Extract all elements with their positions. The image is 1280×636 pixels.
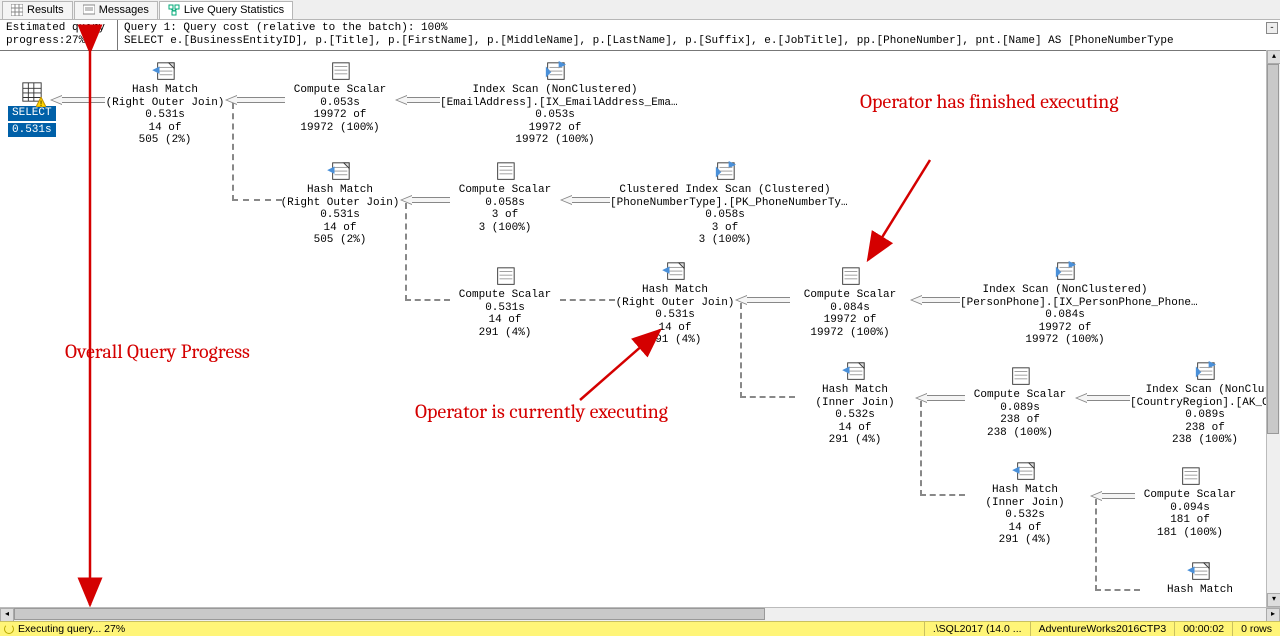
live-stats-icon — [168, 4, 180, 16]
scroll-left-button[interactable]: ◂ — [0, 608, 14, 622]
messages-icon — [83, 4, 95, 16]
query-cost-panel: Query 1: Query cost (relative to the bat… — [118, 20, 1280, 50]
compute-scalar-icon — [491, 266, 519, 288]
hash-match-icon — [661, 261, 689, 283]
tab-label: Messages — [99, 4, 149, 16]
status-elapsed: 00:00:02 — [1174, 622, 1232, 636]
arrow — [915, 393, 965, 403]
results-icon — [11, 4, 23, 16]
hash-match-icon — [841, 361, 869, 383]
index-scan-icon — [1191, 361, 1219, 383]
hash-match-icon — [151, 61, 179, 83]
connector — [405, 203, 407, 301]
op-select[interactable]: ! SELECT 0.531s — [8, 81, 56, 137]
op-index-scan-1[interactable]: Index Scan (NonClustered) [EmailAddress]… — [440, 61, 670, 147]
connector — [1095, 499, 1097, 591]
hash-match-icon — [326, 161, 354, 183]
compute-scalar-icon — [1006, 366, 1034, 388]
connector — [405, 299, 450, 301]
horizontal-scrollbar[interactable]: ◂ ▸ — [0, 607, 1280, 621]
scroll-thumb[interactable] — [14, 608, 765, 620]
tab-live-query-stats[interactable]: Live Query Statistics — [159, 1, 293, 19]
arrow — [910, 295, 960, 305]
arrow — [50, 95, 105, 105]
arrow — [735, 295, 790, 305]
op-hash-match-2[interactable]: Hash Match (Right Outer Join) 0.531s 14 … — [280, 161, 400, 247]
op-compute-scalar-4[interactable]: Compute Scalar 0.084s 19972 of 19972 (10… — [790, 266, 910, 339]
svg-text:!: ! — [39, 100, 44, 107]
op-compute-scalar-6[interactable]: Compute Scalar 0.094s 181 of 181 (100%) — [1135, 466, 1245, 539]
scroll-right-button[interactable]: ▸ — [1266, 608, 1280, 622]
progress-label: Estimated query progress:27% — [0, 20, 118, 50]
scroll-thumb[interactable] — [1267, 64, 1279, 434]
tab-label: Results — [27, 4, 64, 16]
spinner-icon — [4, 624, 14, 634]
hash-match-icon — [1186, 561, 1214, 583]
compute-scalar-icon — [326, 61, 354, 83]
tab-results[interactable]: Results — [2, 1, 73, 19]
op-compute-scalar-5[interactable]: Compute Scalar 0.089s 238 of 238 (100%) — [965, 366, 1075, 439]
connector — [740, 396, 795, 398]
vertical-scrollbar[interactable]: ▴ ▾ — [1266, 50, 1280, 607]
op-hash-match-3[interactable]: Hash Match (Right Outer Join) 0.531s 14 … — [615, 261, 735, 347]
connector — [232, 103, 234, 201]
arrow — [395, 95, 440, 105]
query-header: Estimated query progress:27% Query 1: Qu… — [0, 20, 1280, 51]
execution-plan-canvas[interactable]: ! SELECT 0.531s Hash Match (Right Outer … — [0, 51, 1280, 631]
arrow — [225, 95, 285, 105]
op-index-scan-4[interactable]: Index Scan (NonClu [CountryRegion].[AK_C… — [1130, 361, 1280, 447]
arrow — [1090, 491, 1135, 501]
arrow — [1075, 393, 1130, 403]
collapse-header-button[interactable]: - — [1266, 22, 1278, 34]
query-cost-line: Query 1: Query cost (relative to the bat… — [124, 22, 1274, 35]
op-compute-scalar-3[interactable]: Compute Scalar 0.531s 14 of 291 (4%) — [450, 266, 560, 339]
scroll-down-button[interactable]: ▾ — [1267, 593, 1280, 607]
compute-scalar-icon — [491, 161, 519, 183]
arrow — [400, 195, 450, 205]
warning-icon: ! — [36, 97, 46, 107]
status-server: .\SQL2017 (14.0 ... — [924, 622, 1030, 636]
connector — [232, 199, 282, 201]
op-hash-match-1[interactable]: Hash Match (Right Outer Join) 0.531s 14 … — [105, 61, 225, 147]
status-database: AdventureWorks2016CTP3 — [1030, 622, 1175, 636]
index-scan-icon — [1051, 261, 1079, 283]
compute-scalar-icon — [1176, 466, 1204, 488]
op-hash-match-4[interactable]: Hash Match (Inner Join) 0.532s 14 of 291… — [795, 361, 915, 447]
op-compute-scalar-2[interactable]: Compute Scalar 0.058s 3 of 3 (100%) — [450, 161, 560, 234]
connector — [560, 299, 615, 301]
arrow — [560, 195, 610, 205]
tab-label: Live Query Statistics — [184, 4, 284, 16]
status-bar: Executing query... 27% .\SQL2017 (14.0 .… — [0, 621, 1280, 636]
scroll-up-button[interactable]: ▴ — [1267, 50, 1280, 64]
op-index-scan-3[interactable]: Index Scan (NonClustered) [PersonPhone].… — [960, 261, 1170, 347]
clustered-index-scan-icon — [711, 161, 739, 183]
connector — [740, 303, 742, 398]
compute-scalar-icon — [836, 266, 864, 288]
op-select-time: 0.531s — [8, 123, 56, 138]
hash-match-icon — [1011, 461, 1039, 483]
result-tabs: Results Messages Live Query Statistics — [0, 0, 1280, 20]
op-compute-scalar-1[interactable]: Compute Scalar 0.053s 19972 of 19972 (10… — [285, 61, 395, 134]
op-clustered-index-scan[interactable]: Clustered Index Scan (Clustered) [PhoneN… — [610, 161, 840, 247]
op-hash-match-5[interactable]: Hash Match (Inner Join) 0.532s 14 of 291… — [965, 461, 1085, 547]
index-scan-icon — [541, 61, 569, 83]
tab-messages[interactable]: Messages — [74, 1, 158, 19]
query-sql-line: SELECT e.[BusinessEntityID], p.[Title], … — [124, 35, 1274, 48]
connector — [920, 401, 922, 496]
status-executing: Executing query... 27% — [0, 622, 129, 636]
connector — [1095, 589, 1140, 591]
op-hash-match-6[interactable]: Hash Match — [1140, 561, 1260, 597]
status-rows: 0 rows — [1232, 622, 1280, 636]
connector — [920, 494, 965, 496]
op-select-label: SELECT — [8, 106, 56, 121]
